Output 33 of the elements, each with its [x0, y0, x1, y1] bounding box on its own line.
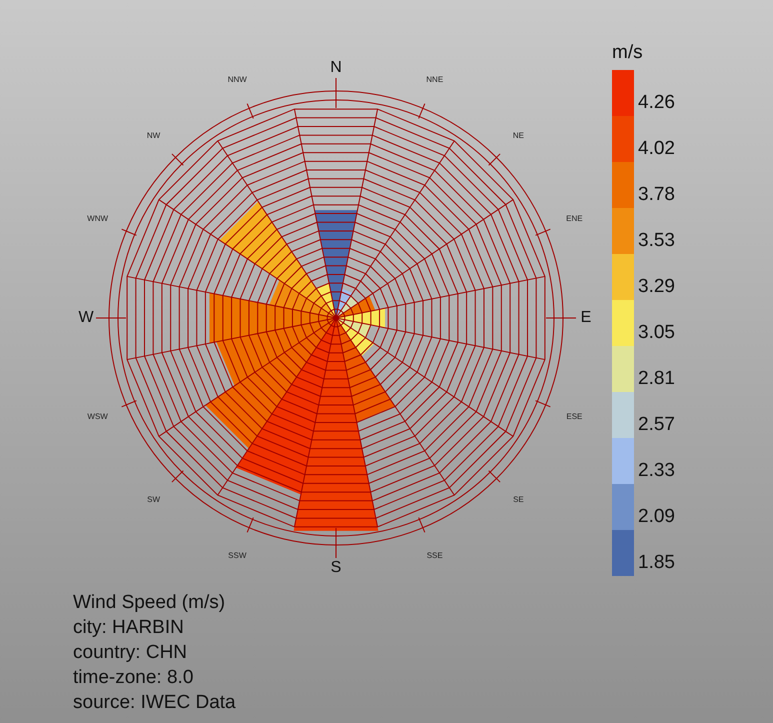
legend-label: 3.29 — [638, 276, 675, 298]
info-text: country: CHN — [73, 641, 188, 665]
legend-label: 2.09 — [638, 506, 675, 528]
compass-label: SW — [147, 496, 160, 504]
compass-label: ESE — [566, 412, 582, 421]
compass-label: E — [580, 310, 592, 326]
info-text: Wind Speed (m/s) — [73, 591, 226, 615]
compass-label: SE — [513, 496, 524, 504]
compass-label: NNE — [426, 76, 444, 84]
info-text: source: IWEC Data — [73, 691, 237, 715]
info-text: time-zone: 8.0 — [73, 666, 194, 690]
compass-label: W — [78, 310, 94, 326]
legend-label: 3.53 — [638, 230, 675, 252]
legend-label: 2.33 — [638, 460, 675, 482]
compass-label: SSW — [228, 552, 246, 560]
legend-label: 1.85 — [638, 552, 675, 574]
legend-label: 4.26 — [638, 92, 675, 114]
compass-label: NE — [512, 132, 524, 140]
info-text: city: HARBIN — [73, 616, 185, 640]
legend-label: 2.81 — [638, 368, 675, 390]
compass-label: WNW — [87, 215, 108, 224]
compass-label: WSW — [87, 412, 108, 421]
compass-label: N — [330, 60, 342, 76]
legend-title: m/s — [612, 42, 644, 64]
compass-label: S — [330, 560, 342, 576]
legend-label: 3.78 — [638, 184, 675, 206]
compass-label: NW — [146, 132, 160, 140]
compass-label: SSE — [426, 552, 443, 560]
compass-label: NNW — [228, 76, 247, 84]
compass-label: ENE — [566, 215, 583, 224]
legend-label: 2.57 — [638, 414, 675, 436]
legend-label: 4.02 — [638, 138, 675, 160]
legend-label: 3.05 — [638, 322, 675, 344]
